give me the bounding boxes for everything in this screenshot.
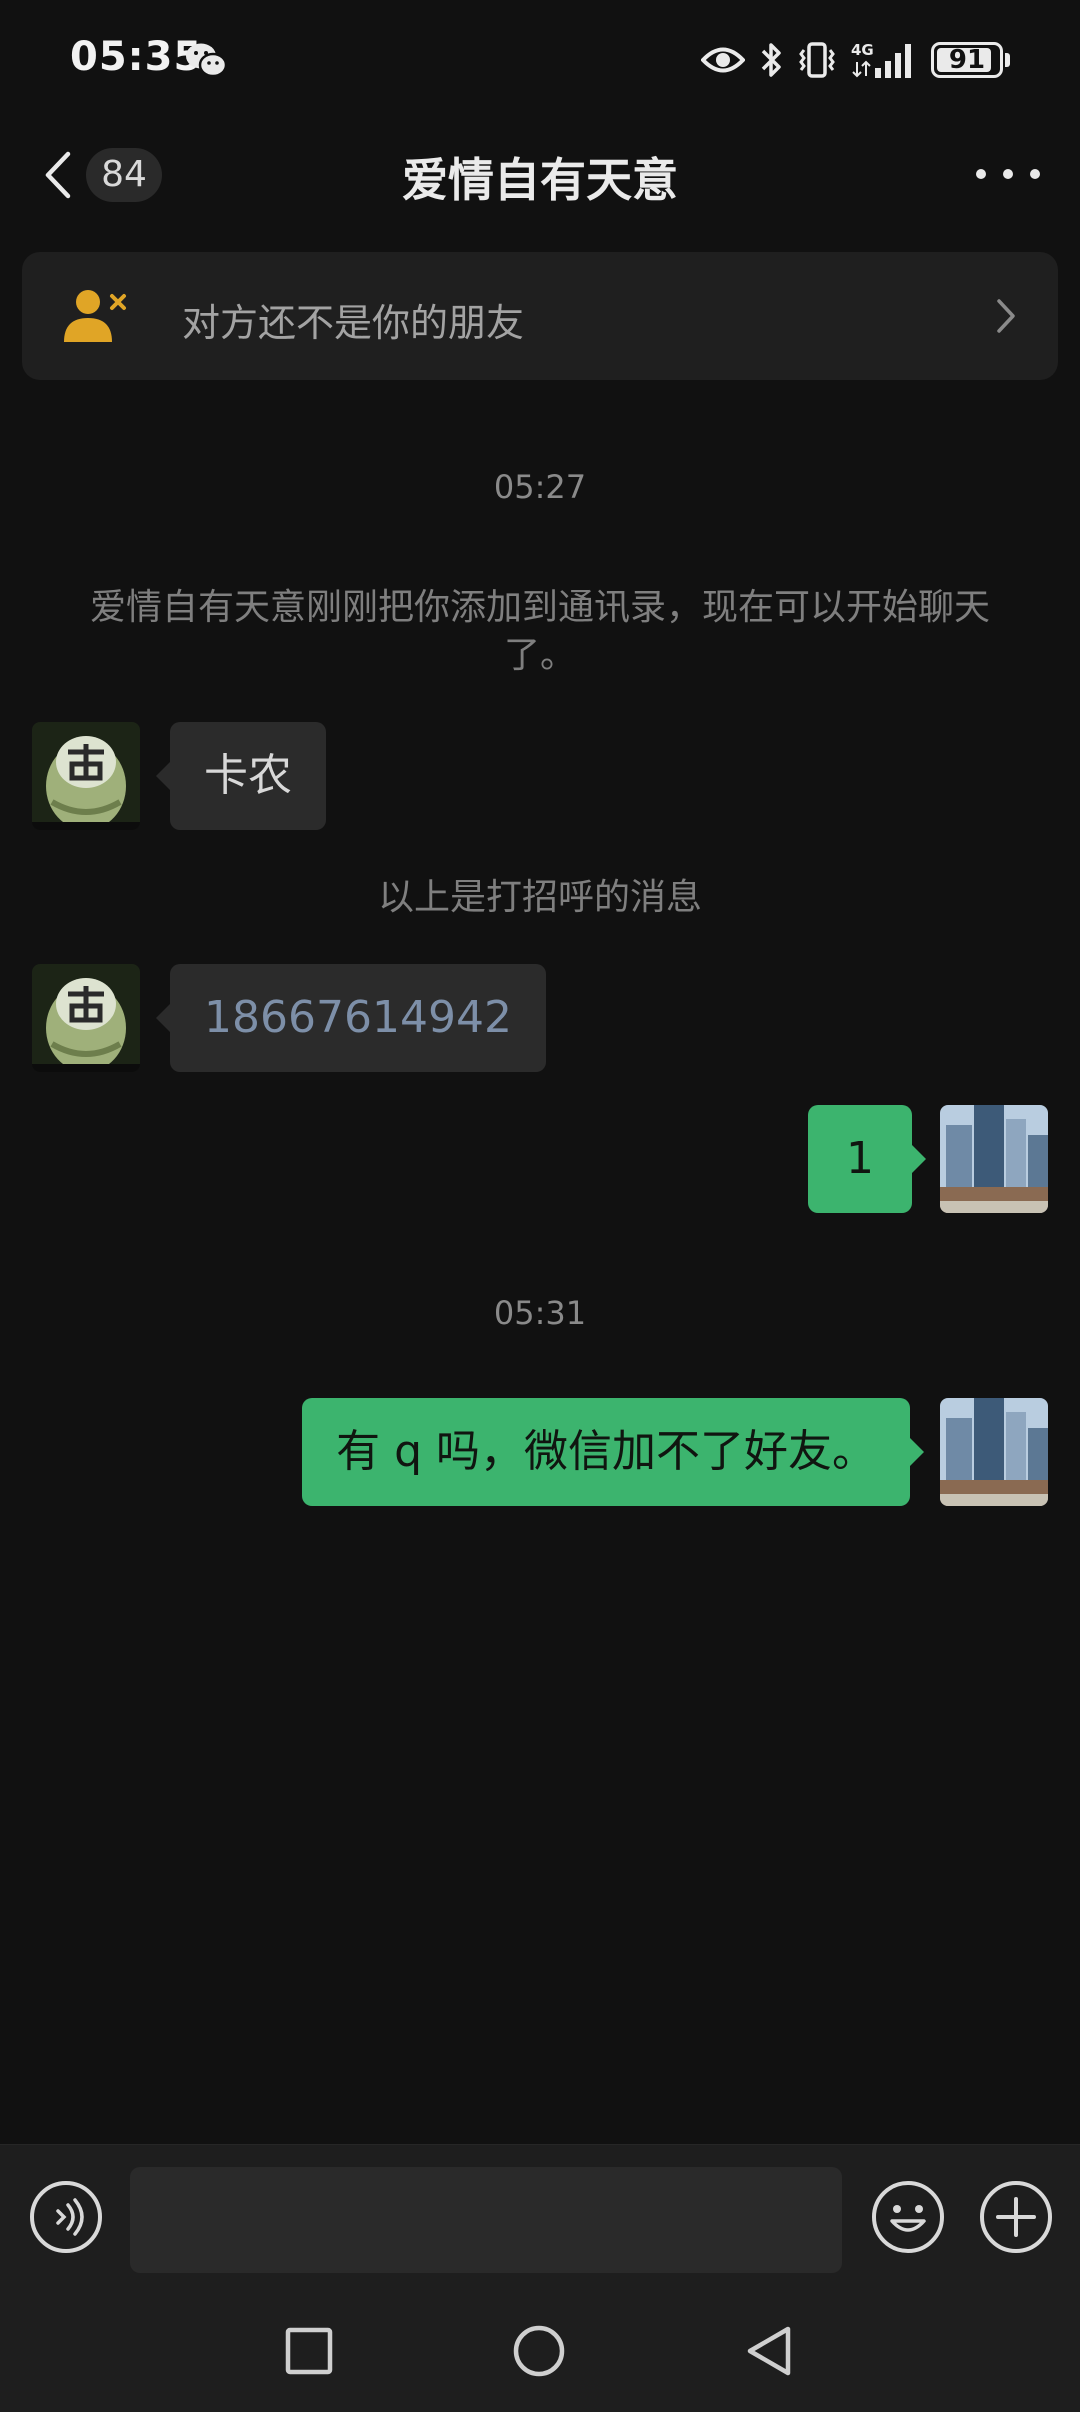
not-friend-text: 对方还不是你的朋友 [182,301,525,345]
contact-avatar[interactable] [32,722,140,830]
network-label: 4G [851,41,874,59]
contact-avatar[interactable] [32,964,140,1072]
message-input[interactable] [130,2167,842,2273]
contact-avatar-image [32,722,140,830]
outgoing-message-bubble[interactable]: 有 q 吗，微信加不了好友。 [302,1398,924,1506]
status-time: 05:35 [70,34,203,80]
back-triangle-icon[interactable] [742,2324,796,2378]
wechat-icon [186,43,228,78]
incoming-phone-number-bubble[interactable]: 18667614942 [156,964,546,1072]
bluetooth-icon [761,43,781,77]
user-not-friend-icon [64,290,126,342]
my-avatar[interactable] [940,1398,1048,1506]
add-attachment-icon[interactable] [978,2179,1054,2255]
system-navigation-bar [0,2288,1080,2412]
more-options-icon[interactable] [976,152,1040,196]
voice-input-icon[interactable] [28,2179,104,2255]
message-timestamp: 05:31 [493,1294,587,1332]
vibrate-icon [799,42,835,78]
message-input-bar [0,2144,1080,2289]
battery-tip [1005,53,1010,67]
my-avatar-image [940,1105,1048,1213]
status-icons: 4G 91 [701,36,1010,84]
chat-title: 爱情自有天意 [402,153,678,207]
recent-apps-icon[interactable] [282,2324,336,2378]
outgoing-message-bubble[interactable]: 1 [808,1105,926,1213]
status-bar: 05:35 4G 91 [0,0,1080,120]
chat-header: 84 爱情自有天意 [0,130,1080,220]
chat-screen: 05:35 4G 91 84 爱情自有天意 对方还不是你的朋友 05:27 爱情… [0,0,1080,2412]
my-avatar[interactable] [940,1105,1048,1213]
contact-avatar-image [32,964,140,1072]
not-friend-banner[interactable]: 对方还不是你的朋友 [22,252,1058,380]
system-message: 爱情自有天意刚刚把你添加到通讯录，现在可以开始聊天了。 [89,587,990,676]
battery-level: 91 [948,45,986,75]
signal-icon: 4G [851,41,911,78]
greeting-divider: 以上是打招呼的消息 [377,877,702,918]
home-icon[interactable] [512,2324,566,2378]
eye-icon [701,47,745,73]
battery-icon: 91 [931,42,1003,78]
message-timestamp: 05:27 [493,468,587,506]
emoji-icon[interactable] [870,2179,946,2255]
chevron-right-icon [997,299,1015,333]
incoming-message-bubble[interactable]: 卡农 [156,722,326,830]
my-avatar-image [940,1398,1048,1506]
